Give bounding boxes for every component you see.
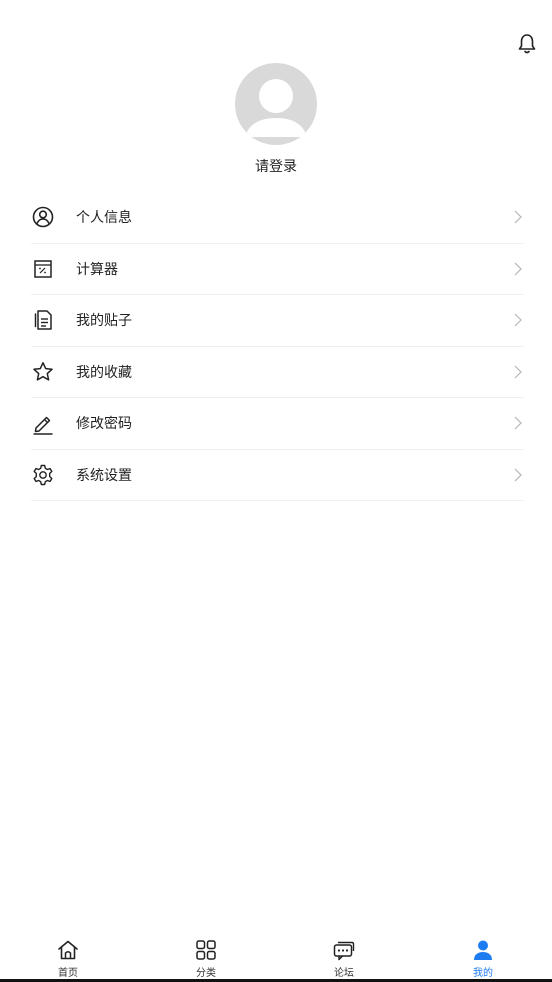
pencil-icon: [33, 417, 53, 436]
grid-icon: [196, 940, 216, 960]
tab-forum[interactable]: 论坛: [314, 934, 374, 980]
menu-item-calculator[interactable]: 计算器: [31, 244, 524, 295]
menu-item-profile[interactable]: 个人信息: [31, 192, 524, 244]
menu-item-label: 个人信息: [76, 210, 132, 227]
gear-icon: [33, 464, 53, 485]
menu-item-favorites[interactable]: 我的收藏: [31, 347, 524, 398]
menu-item-change-password[interactable]: 修改密码: [31, 398, 524, 450]
chevron-right-icon: [514, 313, 522, 327]
menu-item-label: 我的贴子: [76, 313, 132, 330]
login-link[interactable]: 请登录: [0, 156, 552, 176]
tab-label: 我的: [473, 968, 493, 979]
menu-item-label: 我的收藏: [76, 364, 132, 381]
tab-label: 论坛: [334, 968, 354, 979]
tab-label: 首页: [58, 968, 78, 979]
chevron-right-icon: [514, 262, 522, 276]
menu-item-my-posts[interactable]: 我的贴子: [31, 295, 524, 347]
user-circle-icon: [32, 206, 54, 228]
tab-mine[interactable]: 我的: [453, 934, 513, 980]
document-icon: [34, 310, 52, 330]
default-avatar-icon: [245, 79, 307, 137]
calculator-icon: [34, 260, 52, 278]
menu-item-label: 修改密码: [76, 416, 132, 433]
chevron-right-icon: [514, 365, 522, 379]
menu-item-label: 计算器: [76, 261, 118, 278]
menu-item-system-settings[interactable]: 系统设置: [31, 450, 524, 501]
home-icon: [58, 940, 78, 960]
chat-icon: [333, 941, 355, 961]
person-icon: [474, 940, 492, 960]
star-icon: [33, 361, 53, 381]
avatar[interactable]: [235, 63, 317, 145]
bell-icon[interactable]: [517, 33, 537, 55]
menu-item-label: 系统设置: [76, 467, 132, 484]
tab-label: 分类: [196, 968, 216, 979]
chevron-right-icon: [514, 468, 522, 482]
tab-categories[interactable]: 分类: [176, 934, 236, 980]
chevron-right-icon: [514, 210, 522, 224]
settings-menu: 个人信息 计算器 我的贴子 我的收藏 修改密码 系统设置: [31, 192, 524, 501]
bottom-tab-bar: 首页 分类 论坛 我的: [0, 934, 552, 980]
tab-home[interactable]: 首页: [38, 934, 98, 980]
chevron-right-icon: [514, 416, 522, 430]
